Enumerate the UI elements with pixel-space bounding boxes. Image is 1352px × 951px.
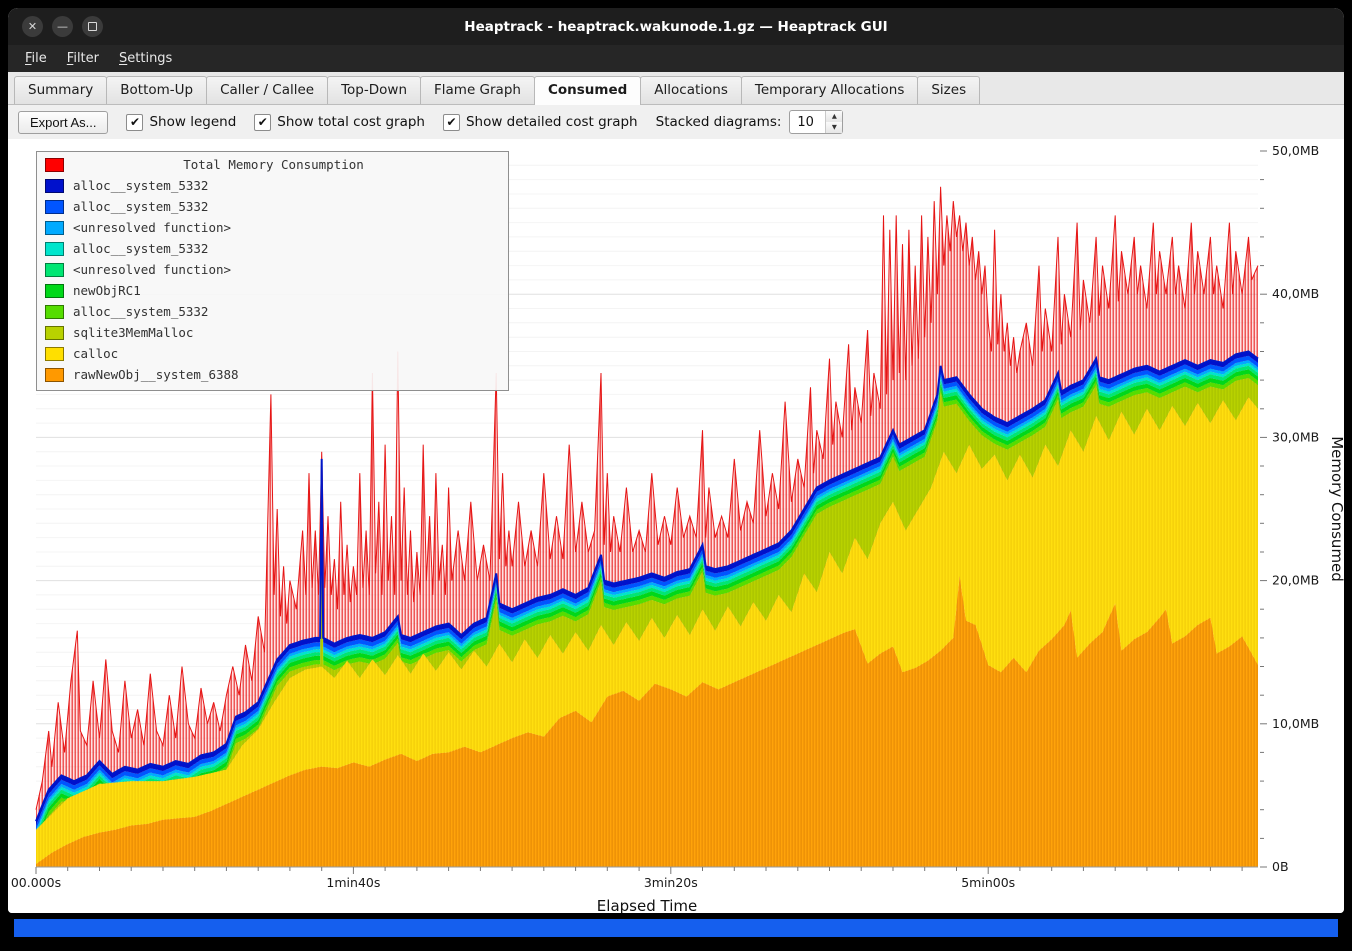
legend-item: alloc__system_5332 [37,238,508,259]
legend-label: alloc__system_5332 [73,178,208,193]
svg-text:0B: 0B [1272,859,1289,874]
legend-swatch [45,326,64,340]
svg-text:20,0MB: 20,0MB [1272,573,1319,588]
maximize-icon [88,22,97,31]
svg-text:50,0MB: 50,0MB [1272,143,1319,158]
minimize-icon: — [57,20,68,33]
legend-item: newObjRC1 [37,280,508,301]
legend-label: <unresolved function> [73,220,231,235]
legend-title-row: Total Memory Consumption [37,154,508,175]
checkbox-show-total-cost-graph[interactable]: ✔ Show total cost graph [254,114,425,131]
tab-bottom-up[interactable]: Bottom-Up [106,76,207,104]
svg-text:1min40s: 1min40s [326,875,380,890]
legend-item: rawNewObj__system_6388 [37,364,508,385]
legend-swatch [45,200,64,214]
svg-text:3min20s: 3min20s [644,875,698,890]
checkbox-label: Show total cost graph [277,114,425,130]
menu-item-filter[interactable]: Filter [58,48,108,69]
legend-title-swatch [45,158,64,172]
toolbar: Export As... ✔ Show legend ✔ Show total cos… [8,105,1344,139]
title-bar[interactable]: ✕ — Heaptrack - heaptrack.wakunode.1.gz … [8,8,1344,45]
svg-text:40,0MB: 40,0MB [1272,286,1319,301]
tab-caller-callee[interactable]: Caller / Callee [206,76,328,104]
tab-sizes[interactable]: Sizes [917,76,980,104]
legend-item: <unresolved function> [37,217,508,238]
tab-bar: SummaryBottom-UpCaller / CalleeTop-DownF… [8,72,1344,105]
menu-bar: FileFilterSettings [8,45,1344,72]
svg-text:5min00s: 5min00s [961,875,1015,890]
svg-text:10,0MB: 10,0MB [1272,716,1319,731]
menu-item-settings[interactable]: Settings [110,48,181,69]
tab-consumed[interactable]: Consumed [534,76,641,105]
legend-label: rawNewObj__system_6388 [73,367,239,382]
legend-title: Total Memory Consumption [73,157,474,172]
legend-label: <unresolved function> [73,262,231,277]
app-window: ✕ — Heaptrack - heaptrack.wakunode.1.gz … [8,8,1344,913]
legend-item: alloc__system_5332 [37,175,508,196]
legend-label: newObjRC1 [73,283,141,298]
legend-item: calloc [37,343,508,364]
legend-item: alloc__system_5332 [37,301,508,322]
legend-swatch [45,305,64,319]
tab-allocations[interactable]: Allocations [640,76,742,104]
legend-swatch [45,221,64,235]
legend-swatch [45,179,64,193]
minimize-button[interactable]: — [52,16,73,37]
spin-up-button[interactable]: ▲ [826,111,842,122]
spinbox-buttons: ▲ ▼ [825,111,842,133]
close-button[interactable]: ✕ [22,16,43,37]
spin-down-icon: ▼ [832,124,837,131]
spinbox-value[interactable]: 10 [790,111,825,133]
legend-item: sqlite3MemMalloc [37,322,508,343]
checkbox-box[interactable]: ✔ [254,114,271,131]
svg-text:Memory Consumed: Memory Consumed [1328,436,1344,582]
export-as-button[interactable]: Export As... [18,111,108,134]
spin-down-button[interactable]: ▼ [826,122,842,133]
legend-swatch [45,242,64,256]
tab-summary[interactable]: Summary [14,76,107,104]
checkbox-show-legend[interactable]: ✔ Show legend [126,114,236,131]
legend-label: alloc__system_5332 [73,241,208,256]
spin-up-icon: ▲ [832,113,837,120]
window-title: Heaptrack - heaptrack.wakunode.1.gz — He… [8,19,1344,35]
tab-temporary-allocations[interactable]: Temporary Allocations [741,76,918,104]
checkbox-box[interactable]: ✔ [443,114,460,131]
bottom-accent-bar [14,919,1338,937]
legend-swatch [45,368,64,382]
legend-swatch [45,347,64,361]
checkbox-show-detailed-cost-graph[interactable]: ✔ Show detailed cost graph [443,114,638,131]
legend-label: sqlite3MemMalloc [73,325,193,340]
menu-item-file[interactable]: File [16,48,56,69]
checkbox-label: Show legend [149,114,236,130]
svg-text:00.000s: 00.000s [11,875,61,890]
chart-panel: 00.000s 1min40s 3min20s 5min00s 0B 10,0MB 20,0… [8,139,1344,913]
tab-flame-graph[interactable]: Flame Graph [420,76,535,104]
legend-swatch [45,263,64,277]
stacked-diagrams-spinbox[interactable]: 10 ▲ ▼ [789,110,843,134]
stacked-diagrams-group: Stacked diagrams: 10 ▲ ▼ [656,110,844,134]
legend-item: alloc__system_5332 [37,196,508,217]
svg-text:Elapsed Time: Elapsed Time [597,897,697,913]
checkbox-label: Show detailed cost graph [466,114,638,130]
stacked-diagrams-label: Stacked diagrams: [656,114,782,130]
toolbar-checkboxes: ✔ Show legend ✔ Show total cost graph ✔ Show … [126,114,637,131]
maximize-button[interactable] [82,16,103,37]
legend-label: alloc__system_5332 [73,304,208,319]
window-controls: ✕ — [22,16,103,37]
tab-top-down[interactable]: Top-Down [327,76,421,104]
legend-label: calloc [73,346,118,361]
legend-swatch [45,284,64,298]
chart-legend: Total Memory Consumption alloc__system_53… [36,151,509,391]
svg-text:30,0MB: 30,0MB [1272,429,1319,444]
legend-item: <unresolved function> [37,259,508,280]
legend-label: alloc__system_5332 [73,199,208,214]
close-icon: ✕ [28,20,37,33]
checkbox-box[interactable]: ✔ [126,114,143,131]
